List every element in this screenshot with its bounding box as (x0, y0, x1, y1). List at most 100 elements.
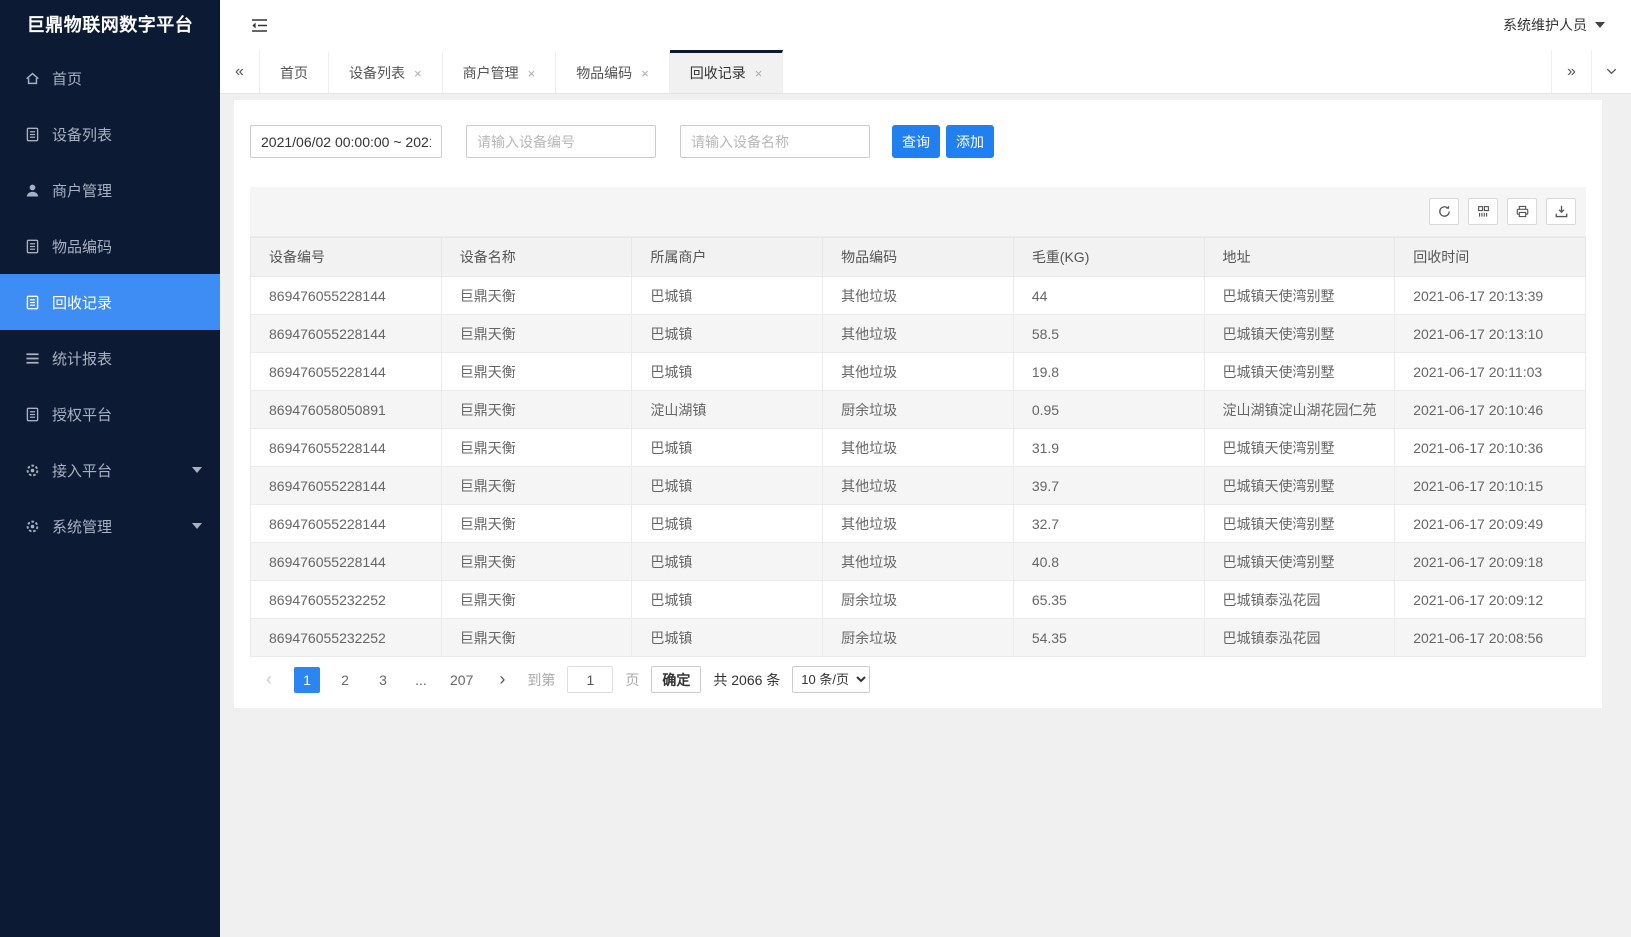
tabs-dropdown-icon[interactable] (1591, 50, 1631, 93)
download-button[interactable] (1546, 198, 1576, 225)
query-button[interactable]: 查询 (892, 125, 940, 158)
caret-down-icon (192, 523, 202, 529)
table-row[interactable]: 869476055228144巨鼎天衡巴城镇其他垃圾44巴城镇天使湾别墅2021… (251, 277, 1586, 315)
table-cell: 厨余垃圾 (823, 619, 1014, 657)
confirm-button[interactable]: 确定 (651, 666, 701, 693)
close-icon[interactable]: × (414, 66, 422, 81)
sidebar-item-authorize[interactable]: 授权平台 (0, 386, 220, 442)
table-cell: 巴城镇 (632, 315, 823, 353)
table-row[interactable]: 869476055228144巨鼎天衡巴城镇其他垃圾58.5巴城镇天使湾别墅20… (251, 315, 1586, 353)
table-cell: 巴城镇 (632, 429, 823, 467)
menu-fold-icon[interactable] (250, 17, 269, 34)
table-cell: 869476055228144 (251, 467, 442, 505)
table-cell: 巴城镇天使湾别墅 (1204, 543, 1395, 581)
column-header: 地址 (1204, 238, 1395, 277)
table-cell: 巨鼎天衡 (441, 543, 632, 581)
page-button-3[interactable]: 3 (370, 667, 396, 693)
table-cell: 其他垃圾 (823, 543, 1014, 581)
table-cell: 巴城镇 (632, 619, 823, 657)
printer-button[interactable] (1507, 198, 1537, 225)
close-icon[interactable]: × (755, 66, 763, 81)
table-cell: 869476055232252 (251, 619, 442, 657)
table-row[interactable]: 869476055228144巨鼎天衡巴城镇其他垃圾19.8巴城镇天使湾别墅20… (251, 353, 1586, 391)
tabs-scroll-left-icon[interactable]: « (220, 50, 260, 93)
table-row[interactable]: 869476055232252巨鼎天衡巴城镇厨余垃圾54.35巴城镇泰泓花园20… (251, 619, 1586, 657)
table-cell: 2021-06-17 20:10:46 (1395, 391, 1586, 429)
app-title: 巨鼎物联网数字平台 (0, 0, 220, 50)
table-cell: 巴城镇 (632, 277, 823, 315)
sidebar-item-label: 授权平台 (52, 404, 112, 425)
total-count: 共 2066 条 (713, 670, 780, 690)
table-row[interactable]: 869476055228144巨鼎天衡巴城镇其他垃圾40.8巴城镇天使湾别墅20… (251, 543, 1586, 581)
sidebar-item-home[interactable]: 首页 (0, 50, 220, 106)
table-cell: 巨鼎天衡 (441, 581, 632, 619)
prev-page-icon[interactable]: ‹ (256, 667, 282, 693)
add-button[interactable]: 添加 (946, 125, 994, 158)
sidebar-item-reports[interactable]: 统计报表 (0, 330, 220, 386)
next-page-icon[interactable]: › (489, 667, 515, 693)
column-header: 物品编码 (823, 238, 1014, 277)
tabs: 首页设备列表×商户管理×物品编码×回收记录× (260, 50, 1551, 93)
table-cell: 32.7 (1013, 505, 1204, 543)
column-header: 所属商户 (632, 238, 823, 277)
page-button-2[interactable]: 2 (332, 667, 358, 693)
date-range-input[interactable] (250, 125, 442, 158)
table-row[interactable]: 869476055232252巨鼎天衡巴城镇厨余垃圾65.35巴城镇泰泓花园20… (251, 581, 1586, 619)
table-row[interactable]: 869476055228144巨鼎天衡巴城镇其他垃圾39.7巴城镇天使湾别墅20… (251, 467, 1586, 505)
tab-0[interactable]: 首页 (260, 50, 329, 93)
menu-lines-icon (24, 350, 41, 367)
sidebar-item-label: 统计报表 (52, 348, 112, 369)
table-row[interactable]: 869476055228144巨鼎天衡巴城镇其他垃圾32.7巴城镇天使湾别墅20… (251, 505, 1586, 543)
table-cell: 巴城镇天使湾别墅 (1204, 277, 1395, 315)
gear-icon (24, 518, 41, 535)
table-cell: 巨鼎天衡 (441, 353, 632, 391)
filter-buttons: 查询 添加 (892, 125, 994, 158)
table-row[interactable]: 869476055228144巨鼎天衡巴城镇其他垃圾31.9巴城镇天使湾别墅20… (251, 429, 1586, 467)
tab-3[interactable]: 物品编码× (556, 50, 670, 93)
tab-1[interactable]: 设备列表 × (329, 50, 443, 93)
user-name: 系统维护人员 (1503, 15, 1587, 35)
sidebar-item-records[interactable]: 回收记录 (0, 274, 220, 330)
tabbar: « 首页设备列表×商户管理×物品编码×回收记录× » (220, 50, 1631, 94)
columns-button[interactable] (1468, 198, 1498, 225)
close-icon[interactable]: × (641, 66, 649, 81)
table-cell: 巴城镇泰泓花园 (1204, 619, 1395, 657)
sidebar-item-itemcodes[interactable]: 物品编码 (0, 218, 220, 274)
table-cell: 40.8 (1013, 543, 1204, 581)
tab-label: 商户管理 (463, 63, 519, 83)
tab-label: 设备列表 (349, 63, 405, 83)
content: 查询 添加 设备编号设备名称所属商户物品编码毛重(KG)地址回收时间 86947… (220, 94, 1631, 937)
table-header-row: 设备编号设备名称所属商户物品编码毛重(KG)地址回收时间 (251, 238, 1586, 277)
page-button-207[interactable]: 207 (446, 667, 477, 693)
close-icon[interactable]: × (528, 66, 536, 81)
sidebar-item-system[interactable]: 系统管理 (0, 498, 220, 554)
table-cell: 869476055232252 (251, 581, 442, 619)
records-panel: 查询 添加 设备编号设备名称所属商户物品编码毛重(KG)地址回收时间 86947… (234, 100, 1602, 708)
sidebar-item-label: 设备列表 (52, 124, 112, 145)
tab-2[interactable]: 商户管理 × (443, 50, 557, 93)
refresh-button[interactable] (1429, 198, 1459, 225)
table-cell: 其他垃圾 (823, 315, 1014, 353)
goto-page-input[interactable] (567, 666, 613, 693)
tab-4[interactable]: 回收记录× (670, 50, 784, 93)
table-cell: 巴城镇 (632, 353, 823, 391)
table-row[interactable]: 869476058050891巨鼎天衡淀山湖镇厨余垃圾0.95淀山湖镇淀山湖花园… (251, 391, 1586, 429)
sidebar-item-access[interactable]: 接入平台 (0, 442, 220, 498)
tabs-scroll-right-icon[interactable]: » (1551, 50, 1591, 93)
doc-icon (24, 406, 41, 423)
device-name-input[interactable] (680, 125, 870, 158)
table-cell: 2021-06-17 20:09:18 (1395, 543, 1586, 581)
home-icon (24, 70, 41, 87)
sidebar-item-devices[interactable]: 设备列表 (0, 106, 220, 162)
table-cell: 2021-06-17 20:11:03 (1395, 353, 1586, 391)
table-cell: 厨余垃圾 (823, 391, 1014, 429)
records-table: 设备编号设备名称所属商户物品编码毛重(KG)地址回收时间 86947605522… (250, 237, 1586, 657)
device-no-input[interactable] (466, 125, 656, 158)
refresh-icon (1437, 204, 1452, 219)
table-cell: 869476055228144 (251, 429, 442, 467)
page-size-select[interactable]: 10 条/页 (792, 666, 870, 693)
page-button-1[interactable]: 1 (294, 667, 320, 693)
user-menu[interactable]: 系统维护人员 (1503, 15, 1605, 35)
table-cell: 其他垃圾 (823, 353, 1014, 391)
sidebar-item-merchants[interactable]: 商户管理 (0, 162, 220, 218)
